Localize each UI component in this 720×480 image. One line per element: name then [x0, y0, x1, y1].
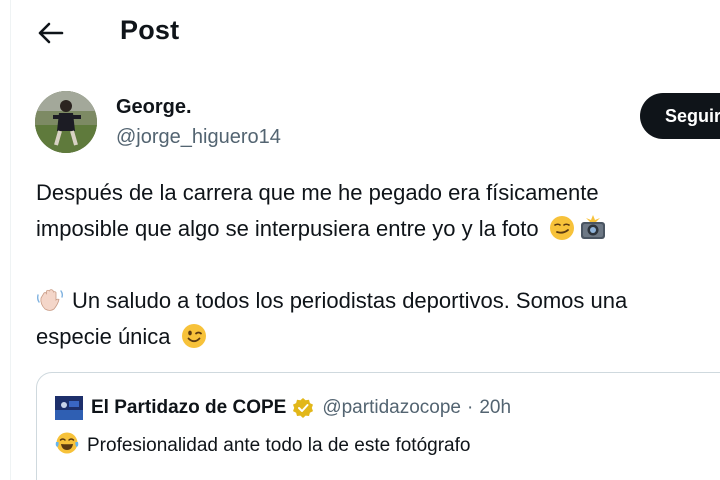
column-border [10, 0, 11, 480]
avatar[interactable] [35, 91, 97, 153]
post-text-line: Un saludo a todos los periodistas deport… [36, 283, 720, 319]
quoted-avatar[interactable] [55, 396, 83, 420]
quoted-timestamp[interactable]: 20h [479, 397, 511, 419]
user-handle[interactable]: @jorge_higuero14 [116, 126, 281, 149]
quoted-post-header: El Partidazo de COPE @partidazocope · 20… [55, 395, 511, 421]
post-text-line: Después de la carrera que me he pegado e… [36, 175, 720, 211]
separator-dot: · [466, 397, 474, 418]
post-author: George. @jorge_higuero14 Seguir [0, 86, 720, 156]
quoted-post-text: Profesionalidad ante todo la de este fot… [55, 431, 470, 461]
post-text-line2: imposible que algo se interpusiera entre… [36, 216, 539, 241]
post-header: Post [0, 0, 720, 66]
face-with-tears-of-joy-emoji-icon [55, 431, 79, 461]
arrow-left-icon [38, 22, 64, 44]
verified-badge-icon [292, 397, 314, 419]
camera-with-flash-emoji-icon [579, 215, 607, 252]
follow-button[interactable]: Seguir [640, 93, 720, 139]
post-text-line: imposible que algo se interpusiera entre… [36, 211, 720, 247]
smirking-face-emoji-icon [549, 215, 575, 252]
post-text: Después de la carrera que me he pegado e… [36, 175, 720, 355]
post-text-line3: Un saludo a todos los periodistas deport… [72, 288, 628, 313]
quoted-display-name[interactable]: El Partidazo de COPE [91, 397, 286, 419]
back-button[interactable] [34, 16, 68, 50]
post-page: Post George. @jorge_higuero14 Seguir Des… [0, 0, 720, 480]
quoted-handle[interactable]: @partidazocope [322, 397, 461, 419]
post-text-line4: especie única [36, 324, 171, 349]
winking-face-emoji-icon [181, 323, 207, 360]
quoted-post[interactable]: El Partidazo de COPE @partidazocope · 20… [36, 372, 720, 480]
display-name[interactable]: George. [116, 96, 192, 119]
post-text-line1: Después de la carrera que me he pegado e… [36, 180, 599, 205]
page-title: Post [120, 15, 180, 45]
post-text-line: especie única [36, 319, 720, 355]
quoted-text-content: Profesionalidad ante todo la de este fot… [87, 435, 471, 456]
